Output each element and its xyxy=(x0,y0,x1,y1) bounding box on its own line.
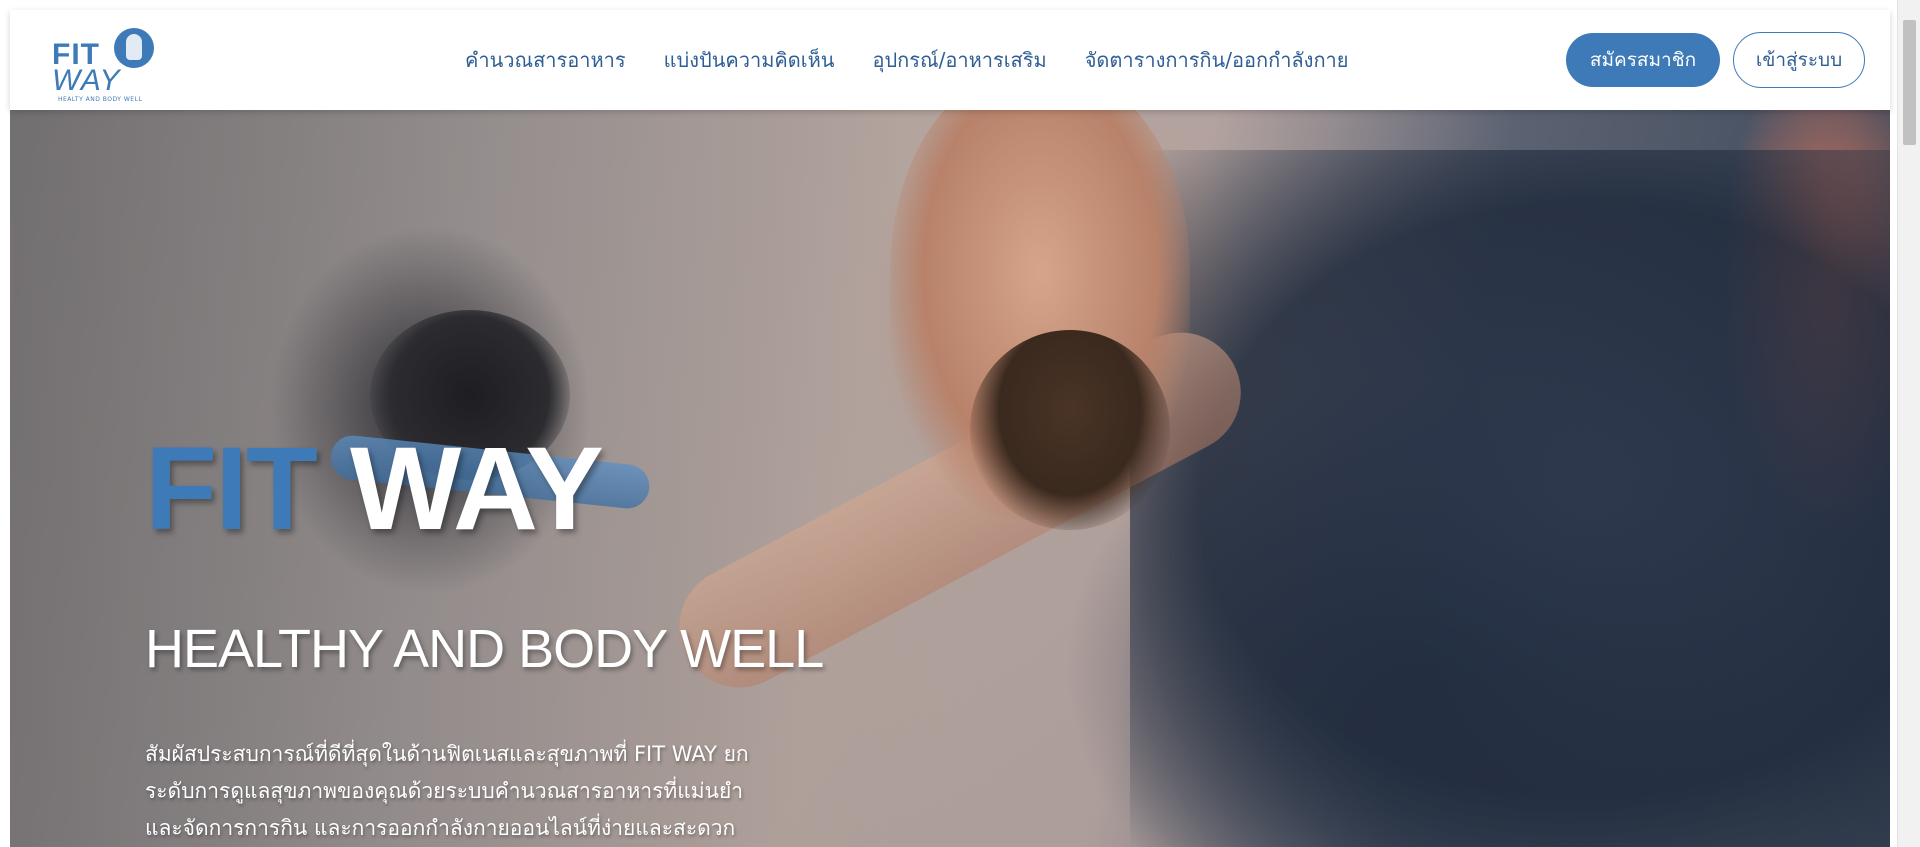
nav-link-equipment-supplements[interactable]: อุปกรณ์/อาหารเสริม xyxy=(872,44,1046,76)
hero-tagline: HEALTHY AND BODY WELL xyxy=(145,619,824,679)
nav-link-meal-exercise-schedule[interactable]: จัดตารางการกิน/ออกกำลังกาย xyxy=(1085,44,1349,76)
hero-title-fit: FIT xyxy=(145,423,318,555)
page-scrollbar[interactable] xyxy=(1897,0,1920,847)
main-nav: คำนวณสารอาหาร แบ่งปันความคิดเห็น อุปกรณ์… xyxy=(465,10,1349,110)
hero-banner: FIT WAY HEALTHY AND BODY WELL สัมผัสประสบ… xyxy=(10,110,1890,847)
scrollbar-thumb[interactable] xyxy=(1903,20,1916,145)
hero-content: FIT WAY HEALTHY AND BODY WELL สัมผัสประสบ… xyxy=(145,430,905,847)
athlete-emblem-icon xyxy=(114,28,154,68)
nav-link-share-opinions[interactable]: แบ่งปันความคิดเห็น xyxy=(664,44,835,76)
hero-description-line: สัมผัสประสบการณ์ที่ดีที่สุดในด้านฟิตเนสแ… xyxy=(145,742,749,766)
hero-title-way: WAY xyxy=(349,423,604,555)
logo-subtitle: HEALTY AND BODY WELL xyxy=(58,96,143,103)
hero-description-line: ระดับการดูแลสุขภาพของคุณด้วยระบบคำนวณสาร… xyxy=(145,779,744,803)
nav-link-nutrition-calculator[interactable]: คำนวณสารอาหาร xyxy=(465,44,626,76)
fitway-logo[interactable]: FIT WAY HEALTY AND BODY WELL xyxy=(40,18,160,103)
register-button[interactable]: สมัครสมาชิก xyxy=(1566,33,1720,87)
login-button[interactable]: เข้าสู่ระบบ xyxy=(1733,32,1865,88)
hero-description-line: และจัดการการกิน และการออกกำลังกายออนไลน์… xyxy=(145,816,736,840)
hero-description: สัมผัสประสบการณ์ที่ดีที่สุดในด้านฟิตเนสแ… xyxy=(145,736,765,847)
hero-title: FIT WAY xyxy=(145,430,905,548)
logo-text-way: WAY xyxy=(52,64,121,97)
top-navbar: FIT WAY HEALTY AND BODY WELL คำนวณสารอาห… xyxy=(10,10,1890,110)
